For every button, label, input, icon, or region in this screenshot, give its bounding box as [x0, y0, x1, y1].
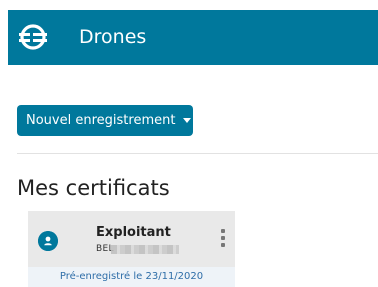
app-title: Drones	[79, 26, 147, 48]
user-icon	[38, 231, 58, 251]
caret-down-icon	[183, 118, 192, 123]
section-divider	[17, 153, 378, 154]
page: Drones Nouvel enregistrement Mes certifi…	[0, 0, 378, 287]
certificate-title: Exploitant	[96, 225, 171, 240]
app-header: Drones	[8, 10, 378, 65]
certificates-heading: Mes certificats	[17, 176, 170, 200]
new-record-button[interactable]: Nouvel enregistrement	[17, 105, 193, 136]
kebab-menu-icon[interactable]	[220, 229, 226, 249]
new-record-label: Nouvel enregistrement	[26, 113, 176, 128]
certificate-card[interactable]: Exploitant BEL Pré-enregistré le 23/11/2…	[28, 211, 235, 287]
redacted-id-overlay	[111, 245, 179, 254]
drone-globe-logo-icon[interactable]	[17, 21, 49, 53]
registration-date: Pré-enregistré le 23/11/2020	[28, 267, 235, 287]
